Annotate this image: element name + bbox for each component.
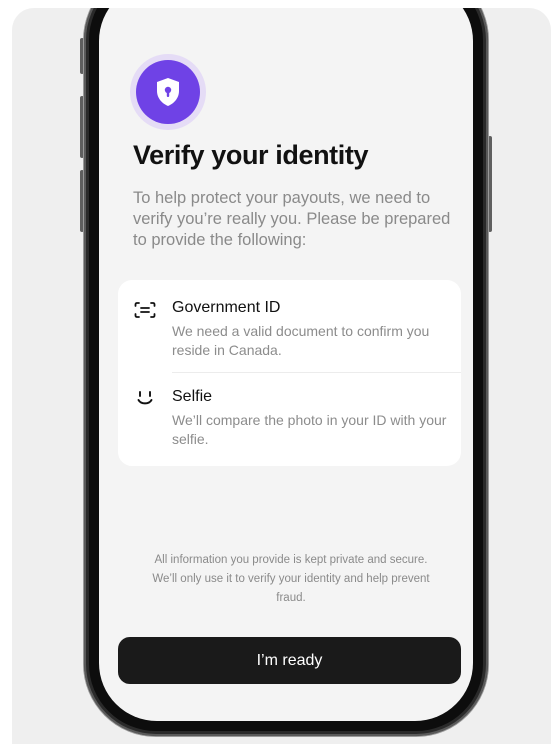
phone-screen: Verify your identity To help protect you… <box>99 8 473 721</box>
phone-power-button <box>488 136 492 232</box>
shield-lock-icon <box>157 78 179 106</box>
list-divider <box>172 372 461 373</box>
requirement-title: Selfie <box>172 388 213 405</box>
id-card-icon <box>134 300 156 320</box>
mockup-card: Verify your identity To help protect you… <box>12 8 551 744</box>
requirement-description: We need a valid document to confirm you … <box>172 323 430 358</box>
phone-frame: Verify your identity To help protect you… <box>84 8 488 736</box>
requirements-list: Government ID We need a valid document t… <box>118 280 461 466</box>
requirement-title: Government ID <box>172 299 281 316</box>
shield-badge <box>130 54 206 130</box>
privacy-note: All information you provide is kept priv… <box>152 554 430 604</box>
shield-badge-circle <box>136 60 200 124</box>
page-title: Verify your identity <box>133 140 369 170</box>
phone-bezel: Verify your identity To help protect you… <box>89 8 483 731</box>
page-subtitle: To help protect your payouts, we need to… <box>133 189 451 249</box>
requirement-description: We’ll compare the photo in your ID with … <box>172 412 447 447</box>
im-ready-button[interactable]: I’m ready <box>118 637 461 684</box>
face-icon <box>134 389 156 409</box>
